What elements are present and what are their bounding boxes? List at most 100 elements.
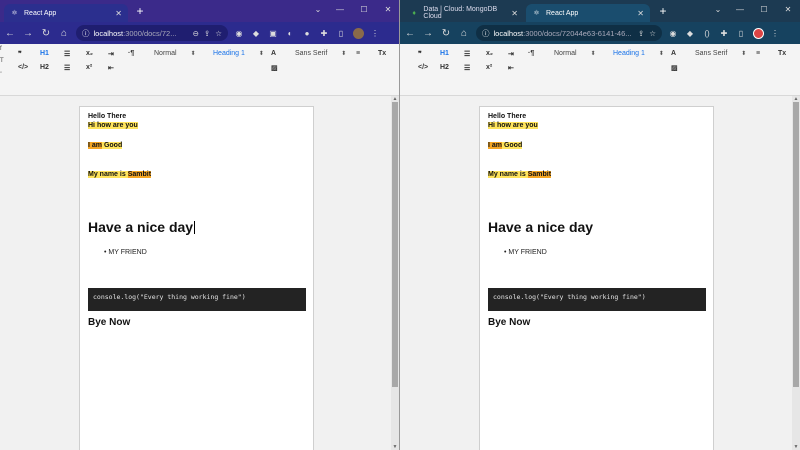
menu-icon[interactable]: ⋮ [769, 27, 781, 39]
toolbar-overflow-icon[interactable]: f [0, 46, 2, 52]
extension-icon[interactable]: ▣ [267, 27, 279, 39]
scrollbar-thumb[interactable] [392, 102, 398, 387]
url-field[interactable]: ⓘ localhost:3000/docs/72... ⊖ ⇪ ☆ [76, 25, 228, 41]
blockquote-icon[interactable]: ❞ [418, 50, 422, 58]
font-select[interactable]: Sans Serif ⬍ [295, 50, 346, 57]
font-color-icon[interactable]: A [271, 50, 276, 57]
close-window-button[interactable]: ✕ [376, 2, 399, 16]
extension-icon[interactable]: ◆ [250, 27, 262, 39]
toolbar-overflow-icon[interactable]: T [0, 58, 4, 64]
extension-icon[interactable]: () [701, 27, 713, 39]
maximize-button[interactable]: ☐ [352, 2, 376, 16]
forward-icon[interactable]: → [420, 25, 436, 41]
scrollbar[interactable]: ▲ ▼ [792, 96, 800, 450]
align-icon[interactable]: ≡ [756, 50, 760, 57]
tab-react-app[interactable]: ⚛ React App ✕ [526, 4, 650, 22]
background-color-icon[interactable]: ▨ [271, 64, 278, 72]
scrollbar[interactable]: ▲ ▼ [391, 96, 399, 450]
back-icon[interactable]: ← [402, 25, 418, 41]
clear-format-icon[interactable]: Tx [378, 50, 386, 57]
subscript-button[interactable]: x₂ [86, 50, 93, 57]
superscript-button[interactable]: x² [86, 64, 92, 71]
forward-icon[interactable]: → [20, 25, 36, 41]
chevron-down-icon[interactable]: ⌄ [306, 2, 330, 16]
tab-react-app[interactable]: ⚛ React App ✕ [4, 4, 128, 22]
h1-button[interactable]: H1 [440, 50, 449, 57]
superscript-button[interactable]: x² [486, 64, 492, 71]
align-icon[interactable]: ≡ [356, 50, 360, 57]
toolbar-overflow-icon[interactable]: ◦ [0, 70, 2, 76]
avatar[interactable] [753, 27, 764, 39]
close-icon[interactable]: ✕ [511, 9, 518, 18]
code-icon[interactable]: </> [18, 64, 28, 71]
bullet-list-icon[interactable]: ☰ [464, 64, 470, 72]
scrollbar-thumb[interactable] [793, 102, 799, 387]
editor-page[interactable]: Hello There Hi how are you I am Good My … [479, 106, 714, 450]
chevron-down-icon[interactable]: ⌄ [706, 2, 730, 16]
maximize-button[interactable]: ☐ [752, 2, 776, 16]
back-icon[interactable]: ← [2, 25, 18, 41]
sidebar-icon[interactable]: ▯ [335, 27, 347, 39]
star-icon[interactable]: ☆ [649, 29, 656, 38]
new-tab-button[interactable]: + [133, 4, 147, 18]
h1-button[interactable]: H1 [40, 50, 49, 57]
heading-select[interactable]: Heading 1 ⬍ [213, 50, 264, 57]
menu-icon[interactable]: ⋮ [369, 27, 381, 39]
extension-icon[interactable]: ◉ [233, 27, 245, 39]
heading-select[interactable]: Heading 1 ⬍ [613, 50, 664, 57]
code-icon[interactable]: </> [418, 64, 428, 71]
highlighted-text: My name is [488, 171, 528, 178]
new-tab-button[interactable]: + [656, 4, 670, 18]
ordered-list-icon[interactable]: ☰ [64, 50, 70, 58]
blockquote-icon[interactable]: ❞ [18, 50, 22, 58]
highlighted-text: Good [502, 142, 523, 149]
home-icon[interactable]: ⌂ [56, 25, 72, 41]
text-line: Hello There [88, 113, 127, 120]
outdent-icon[interactable]: ⇤ [508, 64, 514, 72]
puzzle-icon[interactable]: ✚ [318, 27, 330, 39]
avatar[interactable] [353, 27, 364, 39]
extension-icon[interactable]: ◐ [284, 27, 296, 39]
h2-button[interactable]: H2 [40, 64, 49, 71]
zoom-icon[interactable]: ⊖ [193, 29, 199, 38]
indent-icon[interactable]: ⇥ [108, 50, 114, 58]
background-color-icon[interactable]: ▨ [671, 64, 678, 72]
minimize-button[interactable]: — [328, 2, 352, 16]
extension-icon[interactable]: ● [301, 27, 313, 39]
editor-page[interactable]: Hello There Hi how are you I am Good My … [79, 106, 314, 450]
font-color-icon[interactable]: A [671, 50, 676, 57]
puzzle-icon[interactable]: ✚ [718, 27, 730, 39]
scroll-down-icon[interactable]: ▼ [391, 444, 399, 450]
url-field[interactable]: ⓘ localhost:3000/docs/72044e63-6141-46..… [476, 25, 662, 41]
subscript-button[interactable]: x₂ [486, 50, 493, 57]
text-direction-icon[interactable]: ·¶ [528, 50, 534, 57]
extension-icon[interactable]: ◆ [684, 27, 696, 39]
text-direction-icon[interactable]: ·¶ [128, 50, 134, 57]
ordered-list-icon[interactable]: ☰ [464, 50, 470, 58]
outdent-icon[interactable]: ⇤ [108, 64, 114, 72]
share-icon[interactable]: ⇪ [204, 29, 210, 38]
font-select-value: Sans Serif [695, 50, 728, 57]
close-icon[interactable]: ✕ [115, 9, 122, 18]
font-select[interactable]: Sans Serif ⬍ [695, 50, 746, 57]
url-path: :3000/docs/72... [123, 28, 177, 38]
sidebar-icon[interactable]: ▯ [735, 27, 747, 39]
reload-icon[interactable]: ↻ [438, 25, 454, 41]
clear-format-icon[interactable]: Tx [778, 50, 786, 57]
star-icon[interactable]: ☆ [215, 29, 222, 38]
reload-icon[interactable]: ↻ [38, 25, 54, 41]
tab-mongodb[interactable]: ♦ Data | Cloud: MongoDB Cloud ✕ [404, 4, 524, 22]
h2-button[interactable]: H2 [440, 64, 449, 71]
format-select[interactable]: Normal ⬍ [154, 50, 196, 57]
indent-icon[interactable]: ⇥ [508, 50, 514, 58]
close-window-button[interactable]: ✕ [776, 2, 800, 16]
home-icon[interactable]: ⌂ [456, 25, 472, 41]
minimize-button[interactable]: — [728, 2, 752, 16]
share-icon[interactable]: ⇪ [638, 29, 644, 38]
extension-icon[interactable]: ◉ [667, 27, 679, 39]
format-select[interactable]: Normal ⬍ [554, 50, 596, 57]
select-arrow-icon: ⬍ [341, 51, 347, 57]
close-icon[interactable]: ✕ [637, 9, 644, 18]
bullet-list-icon[interactable]: ☰ [64, 64, 70, 72]
scroll-down-icon[interactable]: ▼ [792, 444, 800, 450]
